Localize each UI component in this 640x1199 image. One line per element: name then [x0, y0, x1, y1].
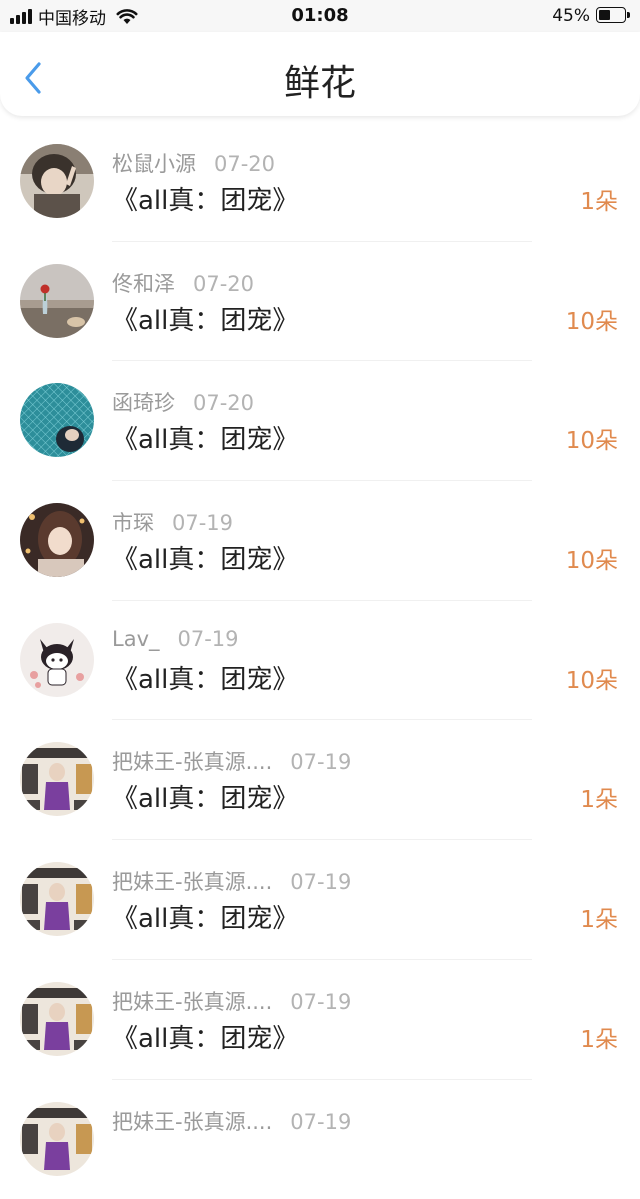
- user-name[interactable]: 松鼠小源: [112, 152, 196, 176]
- avatar[interactable]: [20, 264, 94, 338]
- item-date: 07-20: [193, 272, 254, 296]
- item-meta: 把妹王-张真源.... 07-19: [112, 1106, 351, 1136]
- avatar[interactable]: [20, 982, 94, 1056]
- flower-count: 10朵: [566, 541, 618, 575]
- item-meta: Lav_ 07-19: [112, 627, 239, 651]
- avatar[interactable]: [20, 503, 94, 577]
- item-title: 《all真：团宠》: [112, 778, 298, 815]
- item-title: 《all真：团宠》: [112, 659, 298, 696]
- list-item[interactable]: Lav_ 07-19 《all真：团宠》 10朵: [0, 601, 640, 721]
- user-name[interactable]: 佟和泽: [112, 272, 175, 296]
- item-date: 07-19: [290, 1110, 351, 1134]
- avatar[interactable]: [20, 623, 94, 697]
- avatar[interactable]: [20, 862, 94, 936]
- item-title: 《all真：团宠》: [112, 1018, 298, 1055]
- list-item[interactable]: 把妹王-张真源.... 07-19 《all真：团宠》 1朵: [0, 720, 640, 840]
- nav-bar: 鲜花: [0, 32, 640, 116]
- user-name[interactable]: 把妹王-张真源....: [112, 990, 272, 1014]
- item-meta: 佟和泽 07-20: [112, 268, 254, 298]
- signal-icon: [10, 8, 32, 24]
- list-item[interactable]: 把妹王-张真源.... 07-19 《all真：团宠》 1朵: [0, 960, 640, 1080]
- page-title: 鲜花: [0, 54, 640, 106]
- user-name[interactable]: Lav_: [112, 627, 160, 651]
- item-date: 07-19: [290, 870, 351, 894]
- item-title: 《all真：团宠》: [112, 539, 298, 576]
- item-meta: 把妹王-张真源.... 07-19: [112, 866, 351, 896]
- flower-count: 1朵: [580, 182, 618, 216]
- avatar[interactable]: [20, 742, 94, 816]
- gift-list: 松鼠小源 07-20 《all真：团宠》 1朵 佟和泽 07-20 《all真：团宠…: [0, 122, 640, 1199]
- avatar[interactable]: [20, 1102, 94, 1176]
- wifi-icon: [116, 7, 138, 25]
- battery-percent: 45%: [552, 6, 590, 26]
- list-item[interactable]: 松鼠小源 07-20 《all真：团宠》 1朵: [0, 122, 640, 242]
- list-item[interactable]: 函琦珍 07-20 《all真：团宠》 10朵: [0, 361, 640, 481]
- item-meta: 把妹王-张真源.... 07-19: [112, 986, 351, 1016]
- list-item[interactable]: 把妹王-张真源.... 07-19: [0, 1080, 640, 1199]
- flower-count: 1朵: [580, 900, 618, 934]
- flower-count: 1朵: [580, 780, 618, 814]
- user-name[interactable]: 把妹王-张真源....: [112, 750, 272, 774]
- flower-count: 10朵: [566, 421, 618, 455]
- item-meta: 松鼠小源 07-20: [112, 148, 275, 178]
- item-date: 07-19: [290, 990, 351, 1014]
- carrier-label: 中国移动: [38, 4, 106, 29]
- flower-count: 1朵: [580, 1020, 618, 1054]
- list-item[interactable]: 把妹王-张真源.... 07-19 《all真：团宠》 1朵: [0, 840, 640, 960]
- item-title: 《all真：团宠》: [112, 180, 298, 217]
- status-right: 45%: [552, 5, 632, 27]
- item-title: 《all真：团宠》: [112, 898, 298, 935]
- list-item[interactable]: 市琛 07-19 《all真：团宠》 10朵: [0, 481, 640, 601]
- status-bar: 中国移动 01:08 45%: [0, 0, 640, 32]
- item-date: 07-19: [172, 511, 233, 535]
- chevron-left-icon: [18, 58, 48, 98]
- avatar[interactable]: [20, 383, 94, 457]
- user-name[interactable]: 把妹王-张真源....: [112, 870, 272, 894]
- flower-count: 10朵: [566, 661, 618, 695]
- item-meta: 把妹王-张真源.... 07-19: [112, 746, 351, 776]
- item-date: 07-20: [193, 391, 254, 415]
- user-name[interactable]: 市琛: [112, 511, 154, 535]
- user-name[interactable]: 把妹王-张真源....: [112, 1110, 272, 1134]
- user-name[interactable]: 函琦珍: [112, 391, 175, 415]
- avatar[interactable]: [20, 144, 94, 218]
- list-item[interactable]: 佟和泽 07-20 《all真：团宠》 10朵: [0, 242, 640, 362]
- item-date: 07-19: [290, 750, 351, 774]
- battery-icon: [596, 7, 632, 25]
- item-title: 《all真：团宠》: [112, 419, 298, 456]
- item-date: 07-20: [214, 152, 275, 176]
- item-meta: 函琦珍 07-20: [112, 387, 254, 417]
- item-meta: 市琛 07-19: [112, 507, 233, 537]
- item-date: 07-19: [178, 627, 239, 651]
- status-left: 中国移动: [10, 5, 138, 27]
- flower-count: 10朵: [566, 302, 618, 336]
- back-button[interactable]: [18, 58, 48, 98]
- item-title: 《all真：团宠》: [112, 300, 298, 337]
